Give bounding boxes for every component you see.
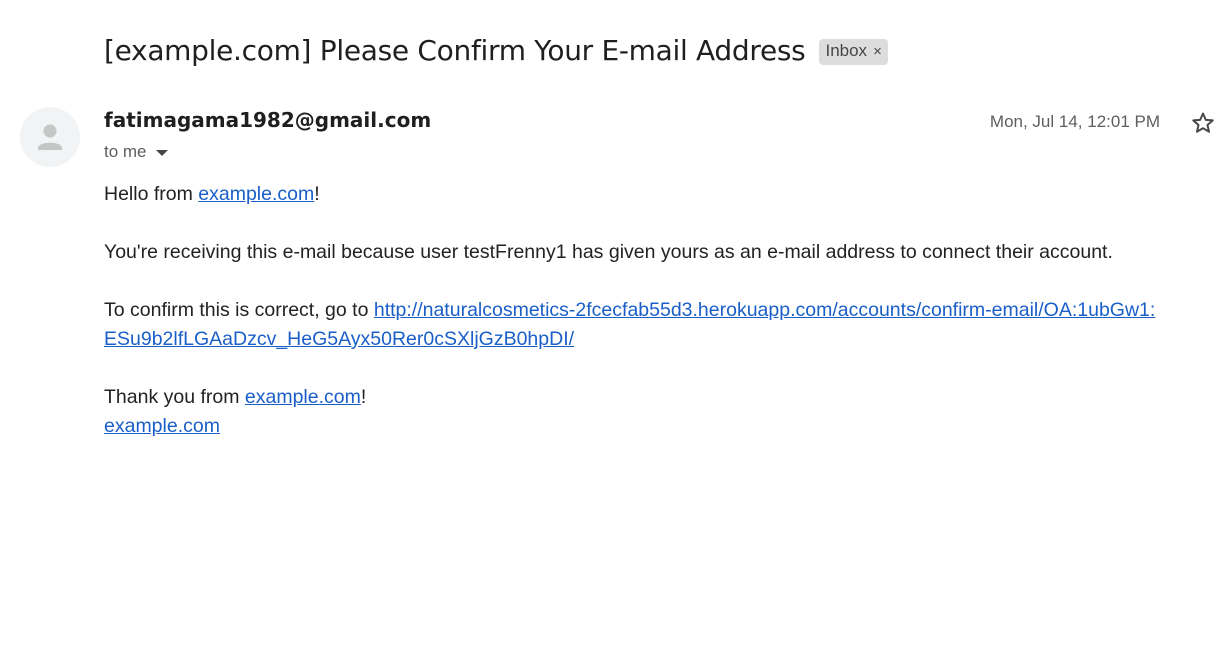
signature-link[interactable]: example.com <box>104 415 220 437</box>
greeting-suffix: ! <box>314 183 320 205</box>
explanation-line: You're receiving this e-mail because use… <box>104 241 1113 263</box>
example-link[interactable]: example.com <box>245 386 361 408</box>
sender-email[interactable]: fatimagama1982@gmail.com <box>104 108 431 132</box>
inbox-label-chip[interactable]: Inbox × <box>819 38 888 65</box>
confirm-line: To confirm this is correct, go to http:/… <box>104 296 1204 354</box>
close-icon[interactable]: × <box>873 43 882 60</box>
confirm-link-part1: http://naturalcosmetics-2fcecfab55d3.her… <box>373 299 1156 321</box>
recipient-label: to me <box>104 142 147 161</box>
email-view: [example.com] Please Confirm Your E-mail… <box>0 0 1219 648</box>
confirm-text: To confirm this is correct, go to <box>104 299 374 321</box>
star-icon[interactable] <box>1190 110 1216 136</box>
confirm-link-part2: ESu9b2lfLGAaDzcv_HeG5Ayx50Rer0cSXljGzB0h… <box>104 328 575 350</box>
label-chip-text: Inbox <box>825 41 868 60</box>
thanks-suffix: ! <box>360 386 367 408</box>
thanks-line: Thank you from example.com! <box>104 383 1204 412</box>
caret-down-icon <box>155 150 168 156</box>
greeting-text: Hello from <box>104 183 199 205</box>
recipient-details-toggle[interactable]: to me <box>104 142 168 162</box>
example-link[interactable]: example.com <box>198 183 314 205</box>
thanks-text: Thank you from <box>104 386 245 408</box>
email-date: Mon, Jul 14, 12:01 PM <box>989 112 1160 131</box>
greeting-line: Hello from example.com! <box>104 180 1204 209</box>
email-body: Hello from example.com! You're receiving… <box>104 180 1204 441</box>
subject-row: [example.com] Please Confirm Your E-mail… <box>104 34 888 67</box>
signature-line: example.com <box>104 412 1204 441</box>
person-icon <box>38 124 62 150</box>
avatar[interactable] <box>20 107 80 167</box>
email-subject: [example.com] Please Confirm Your E-mail… <box>104 34 806 67</box>
